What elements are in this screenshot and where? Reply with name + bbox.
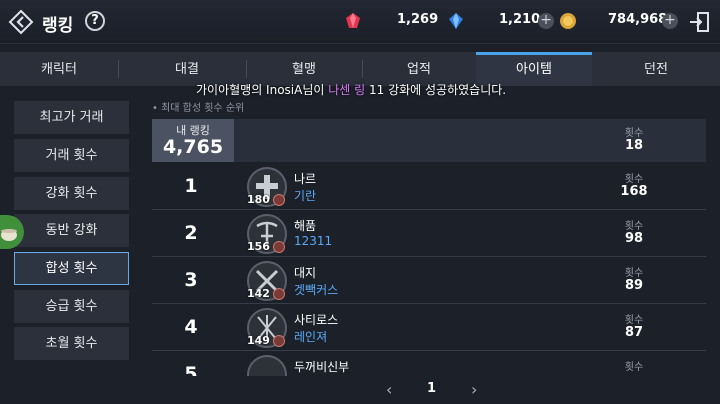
prev-page-button[interactable]: ‹ — [386, 380, 392, 399]
guild-name: 두꺼비신부 — [294, 360, 350, 374]
blue-gem-count: 1,210 — [499, 12, 541, 27]
player-name[interactable]: 레인져 — [294, 328, 327, 345]
guild-name: 사티로스 — [294, 313, 339, 327]
back-diamond-icon — [8, 9, 34, 35]
table-row[interactable]: 1 180 나르 기란 횟수 168 — [152, 166, 706, 210]
ranking-caption: • 최대 합성 횟수 순위 — [152, 103, 245, 114]
my-count-label: 횟수 — [624, 128, 644, 139]
class-badge-icon — [273, 194, 285, 206]
tab-character[interactable]: 캐릭터 — [0, 52, 118, 86]
class-badge-icon — [273, 241, 285, 253]
row-divider — [152, 350, 706, 351]
sidebar-item-highest-trade[interactable]: 최고가 거래 — [14, 101, 129, 134]
my-rank-row: 횟수 18 — [234, 119, 706, 162]
player-level: 156 — [247, 240, 270, 253]
sidebar-item-companion-enchant[interactable]: 동반 강화 — [14, 214, 129, 247]
sidebar-item-trade-count[interactable]: 거래 횟수 — [14, 139, 129, 172]
player-level: 180 — [247, 193, 270, 206]
tab-divider — [118, 60, 119, 78]
table-row[interactable]: 4 149 사티로스 레인져 횟수 87 — [152, 307, 706, 351]
add-gold-button[interactable]: + — [662, 13, 678, 29]
player-name[interactable]: 겟빽커스 — [294, 281, 338, 298]
sidebar-item-enchant-count[interactable]: 강화 횟수 — [14, 177, 129, 210]
my-rank-value: 4,765 — [162, 136, 224, 158]
server-notice: 가이아혈맹의 InosiA님이 나센 링 11 강화에 성공하였습니다. — [196, 81, 506, 98]
count-value: 87 — [624, 325, 644, 340]
help-button[interactable]: ? — [85, 11, 105, 31]
red-gem-count: 1,269 — [397, 12, 439, 27]
player-level: 149 — [247, 334, 270, 347]
my-count-value: 18 — [624, 138, 644, 153]
count-value: 89 — [624, 278, 644, 293]
count-label: 횟수 — [624, 174, 644, 185]
table-row[interactable]: 5 두꺼비신부 횟수 — [152, 354, 706, 376]
sidebar-item-transcend-count[interactable]: 초월 횟수 — [14, 327, 129, 360]
row-divider — [152, 209, 706, 210]
page-title: 랭킹 — [42, 16, 74, 36]
cross-emblem-icon — [247, 355, 287, 376]
notice-item-name: 나센 링 — [328, 83, 366, 97]
gold-coin-icon — [560, 13, 576, 29]
red-gem-icon — [346, 13, 360, 28]
tab-dungeon[interactable]: 던전 — [592, 52, 720, 86]
guild-name: 해품 — [294, 219, 317, 233]
rank-number: 4 — [184, 316, 198, 338]
top-bar: 랭킹 ? 1,269 1,210 + 784,968 + — [0, 0, 720, 44]
notice-text-2: 11 강화에 성공하였습니다. — [365, 83, 507, 97]
player-level: 142 — [247, 287, 270, 300]
player-name[interactable]: 기란 — [294, 187, 316, 204]
sidebar-item-synthesis-count[interactable]: 합성 횟수 — [14, 252, 129, 285]
rank-number: 1 — [184, 175, 198, 197]
rank-number: 2 — [184, 222, 198, 244]
table-row[interactable]: 2 156 해품 12311 횟수 98 — [152, 213, 706, 257]
rank-number: 5 — [184, 363, 198, 376]
gold-count: 784,968 — [608, 12, 668, 27]
count-label: 횟수 — [624, 315, 644, 326]
next-page-button[interactable]: › — [471, 380, 477, 399]
blue-gem-icon — [449, 13, 463, 29]
row-divider — [152, 303, 706, 304]
class-badge-icon — [273, 335, 285, 347]
rank-number: 3 — [184, 269, 198, 291]
class-badge-icon — [273, 288, 285, 300]
exit-door-icon — [690, 12, 709, 32]
player-name[interactable]: 12311 — [294, 234, 332, 248]
back-button[interactable] — [8, 9, 34, 35]
guild-name: 나르 — [294, 172, 317, 186]
row-divider — [152, 256, 706, 257]
sidebar-item-promotion-count[interactable]: 승급 횟수 — [14, 290, 129, 323]
count-value: 168 — [620, 184, 648, 199]
my-rank-box: 내 랭킹 4,765 — [152, 119, 234, 162]
count-label: 횟수 — [624, 221, 644, 232]
count-label: 횟수 — [624, 268, 644, 279]
page-number: 1 — [427, 381, 437, 396]
count-value: 98 — [624, 231, 644, 246]
exit-button[interactable] — [688, 10, 712, 34]
table-row[interactable]: 3 142 대지 겟빽커스 횟수 89 — [152, 260, 706, 304]
notice-text-1: 가이아혈맹의 InosiA님이 — [196, 83, 329, 97]
add-blue-gem-button[interactable]: + — [538, 13, 554, 29]
count-label: 횟수 — [624, 362, 644, 373]
guild-name: 대지 — [294, 266, 317, 280]
